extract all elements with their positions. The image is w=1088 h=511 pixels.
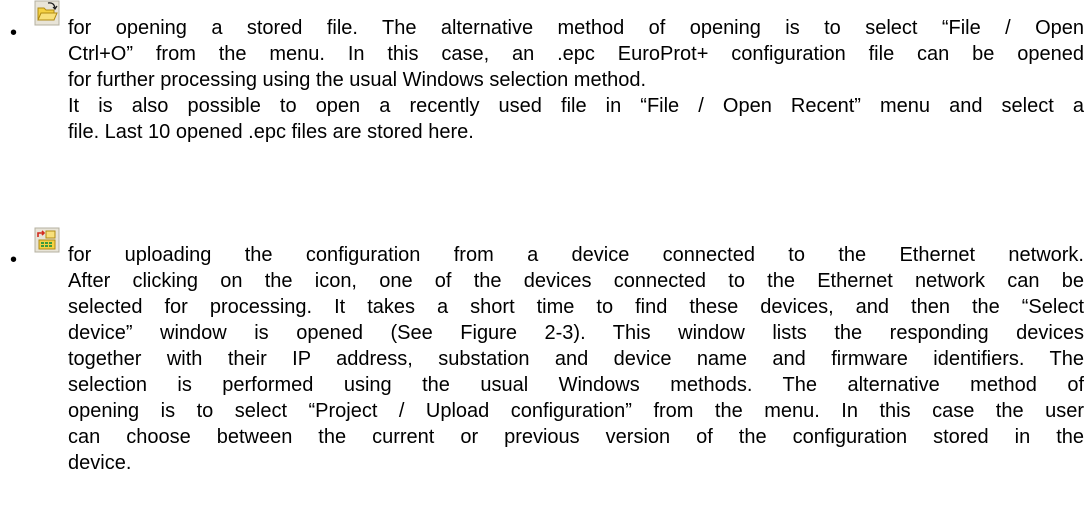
text-line: together with their IP address, substati… bbox=[68, 348, 1084, 370]
text-line: can choose between the current or previo… bbox=[68, 426, 1084, 448]
text-line: device” window is opened (See Figure 2-3… bbox=[68, 322, 1084, 344]
text-line: After clicking on the icon, one of the d… bbox=[68, 270, 1084, 292]
text-line: device. bbox=[68, 452, 132, 474]
text-line: for opening a stored file. The alternati… bbox=[68, 17, 1084, 39]
bullet-dot: • bbox=[10, 249, 18, 271]
text-line: selection is performed using the usual W… bbox=[68, 374, 1084, 396]
text-line: for uploading the configuration from a d… bbox=[68, 244, 1084, 266]
open-folder-icon bbox=[34, 0, 60, 26]
text-line: It is also possible to open a recently u… bbox=[68, 95, 1084, 117]
text-line: for further processing using the usual W… bbox=[68, 69, 647, 91]
text-line: file. Last 10 opened .epc files are stor… bbox=[68, 121, 474, 143]
text-line: Ctrl+O” from the menu. In this case, an … bbox=[68, 43, 1084, 65]
bullet-dot: • bbox=[10, 22, 18, 44]
bullet-content: for opening a stored file. The alternati… bbox=[34, 0, 1084, 145]
text-line: opening is to select “Project / Upload c… bbox=[68, 400, 1084, 422]
bullet-content: for uploading the configuration from a d… bbox=[34, 227, 1084, 476]
upload-configuration-icon bbox=[34, 227, 60, 253]
text-line: selected for processing. It takes a shor… bbox=[68, 296, 1084, 318]
